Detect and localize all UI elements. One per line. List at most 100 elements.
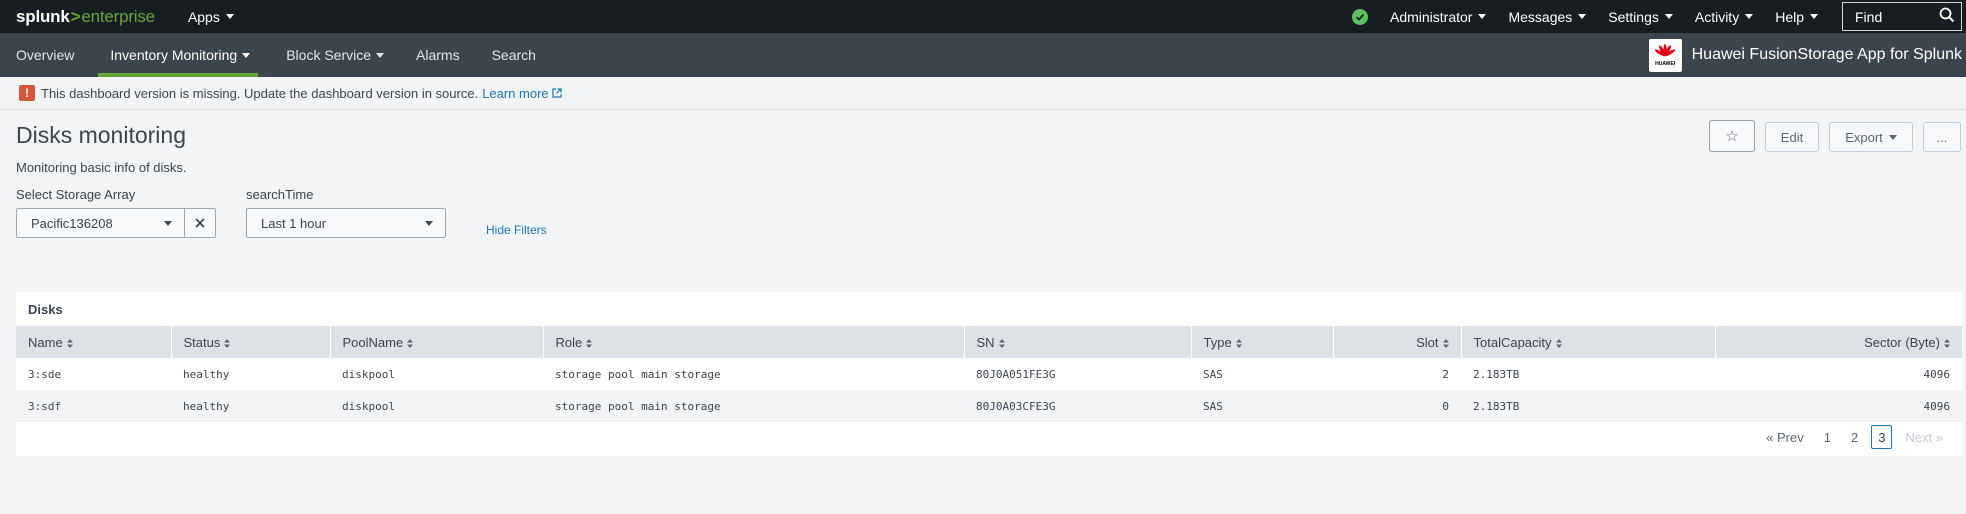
administrator-menu[interactable]: Administrator <box>1389 8 1487 25</box>
more-actions-button[interactable]: ... <box>1923 122 1961 152</box>
column-header-name[interactable]: Name <box>16 326 172 358</box>
huawei-logo-text: HUAWEI <box>1655 60 1676 67</box>
table-row[interactable]: 3:sde healthy diskpool storage pool main… <box>16 358 1962 390</box>
sort-icon <box>1555 338 1562 348</box>
column-header-type[interactable]: Type <box>1191 326 1334 358</box>
messages-menu-label: Messages <box>1508 8 1573 25</box>
cell-status: healthy <box>183 367 230 381</box>
disks-table: Name Status PoolName Role SN Type Slot T… <box>16 326 1962 422</box>
hide-filters-link[interactable]: Hide Filters <box>486 223 547 237</box>
help-menu-label: Help <box>1775 8 1804 25</box>
page-1-button[interactable]: 1 <box>1817 425 1838 449</box>
sort-icon <box>1442 338 1449 348</box>
dashboard-version-warning: ! This dashboard version is missing. Upd… <box>0 77 1966 110</box>
pagination: « Prev 1 2 3 Next » <box>1759 425 1950 449</box>
warning-message: This dashboard version is missing. Updat… <box>41 85 479 101</box>
help-menu[interactable]: Help <box>1775 9 1818 25</box>
logo-enterprise-text: enterprise <box>81 6 155 26</box>
cell-name: 3:sde <box>28 367 62 381</box>
nav-overview-label: Overview <box>16 47 75 63</box>
search-time-picker[interactable]: Last 1 hour <box>246 208 446 238</box>
column-header-slot[interactable]: Slot <box>1333 326 1462 358</box>
nav-alarms-label: Alarms <box>416 47 460 63</box>
prev-page-button[interactable]: « Prev <box>1759 425 1811 449</box>
cell-role: storage pool main storage <box>555 399 721 413</box>
column-header-sector[interactable]: Sector (Byte) <box>1715 326 1962 358</box>
apps-menu-label: Apps <box>187 8 220 25</box>
export-button[interactable]: Export <box>1829 122 1913 152</box>
column-header-label: PoolName <box>342 334 404 350</box>
nav-search[interactable]: Search <box>476 33 552 77</box>
cell-slot: 2 <box>1442 367 1449 381</box>
activity-menu-label: Activity <box>1694 8 1740 25</box>
storage-array-select[interactable]: Pacific136208 <box>16 208 185 238</box>
page-2-button[interactable]: 2 <box>1844 425 1865 449</box>
storage-array-label: Select Storage Array <box>16 187 136 202</box>
health-status-icon[interactable] <box>1351 8 1368 25</box>
app-bar: Overview Inventory Monitoring Block Serv… <box>0 33 1966 77</box>
apps-menu[interactable]: Apps <box>188 9 234 25</box>
page-3-button[interactable]: 3 <box>1871 425 1893 449</box>
chevron-down-icon <box>225 14 234 19</box>
activity-menu[interactable]: Activity <box>1694 8 1754 25</box>
search-time-value: Last 1 hour <box>261 215 327 231</box>
table-row[interactable]: 3:sdf healthy diskpool storage pool main… <box>16 390 1962 422</box>
storage-array-value: Pacific136208 <box>31 215 113 231</box>
cell-slot: 0 <box>1442 399 1449 413</box>
cell-sn: 80J0A03CFE3G <box>976 399 1056 413</box>
column-header-label: Status <box>183 334 221 350</box>
nav-inventory-monitoring[interactable]: Inventory Monitoring <box>90 33 266 77</box>
find-input[interactable] <box>1853 7 1933 26</box>
learn-more-link[interactable]: Learn more <box>482 86 562 101</box>
column-header-label: SN <box>976 334 995 350</box>
settings-menu[interactable]: Settings <box>1608 9 1673 25</box>
logo-chevron: > <box>70 6 81 26</box>
nav-overview[interactable]: Overview <box>0 33 90 77</box>
column-header-label: Role <box>555 334 583 350</box>
clear-storage-button[interactable] <box>185 208 216 238</box>
column-header-label: Slot <box>1416 334 1439 350</box>
column-header-role[interactable]: Role <box>543 326 965 358</box>
export-button-label: Export <box>1845 129 1883 145</box>
column-header-poolname[interactable]: PoolName <box>330 326 544 358</box>
logo-splunk-text: splunk <box>16 6 70 26</box>
cell-sn: 80J0A051FE3G <box>976 367 1056 381</box>
favorite-button[interactable]: ☆ <box>1709 120 1755 152</box>
splunk-logo[interactable]: splunk > enterprise <box>16 7 155 27</box>
settings-menu-label: Settings <box>1608 8 1659 25</box>
chevron-down-icon <box>164 220 172 226</box>
search-time-label: searchTime <box>246 187 314 202</box>
disks-panel: Disks Name Status PoolName Role SN Type … <box>16 292 1962 456</box>
search-icon[interactable] <box>1939 7 1955 26</box>
sort-icon <box>1944 338 1950 348</box>
nav-block-service-label: Block Service <box>286 47 372 63</box>
nav-block-service[interactable]: Block Service <box>266 33 400 77</box>
sort-icon <box>1235 338 1242 348</box>
chevron-down-icon <box>376 52 385 58</box>
column-header-sn[interactable]: SN <box>964 326 1192 358</box>
chevron-down-icon <box>1888 134 1897 140</box>
messages-menu[interactable]: Messages <box>1508 8 1587 25</box>
page-title: Disks monitoring <box>16 122 186 148</box>
column-header-status[interactable]: Status <box>171 326 331 358</box>
chevron-down-icon <box>242 52 251 58</box>
sort-icon <box>586 338 593 348</box>
app-title-text: Huawei FusionStorage App for Splunk <box>1691 46 1962 63</box>
cell-status: healthy <box>183 399 230 413</box>
cell-totalcapacity: 2.183TB <box>1473 399 1520 413</box>
nav-search-label: Search <box>491 47 536 63</box>
administrator-menu-label: Administrator <box>1389 8 1473 25</box>
star-icon: ☆ <box>1725 128 1739 145</box>
app-title: HUAWEI Huawei FusionStorage App for Splu… <box>1648 33 1966 77</box>
find-box <box>1842 2 1962 31</box>
chevron-down-icon <box>1578 14 1587 19</box>
column-header-label: Type <box>1203 334 1232 350</box>
more-actions-label: ... <box>1936 129 1948 145</box>
splunk-top-bar: splunk > enterprise Apps Administrator Mes… <box>0 0 1966 33</box>
sort-icon <box>998 338 1005 348</box>
nav-alarms[interactable]: Alarms <box>400 33 476 77</box>
edit-button[interactable]: Edit <box>1765 122 1819 152</box>
column-header-totalcapacity[interactable]: TotalCapacity <box>1461 326 1716 358</box>
next-page-button[interactable]: Next » <box>1898 425 1950 449</box>
chevron-down-icon <box>1810 14 1818 19</box>
